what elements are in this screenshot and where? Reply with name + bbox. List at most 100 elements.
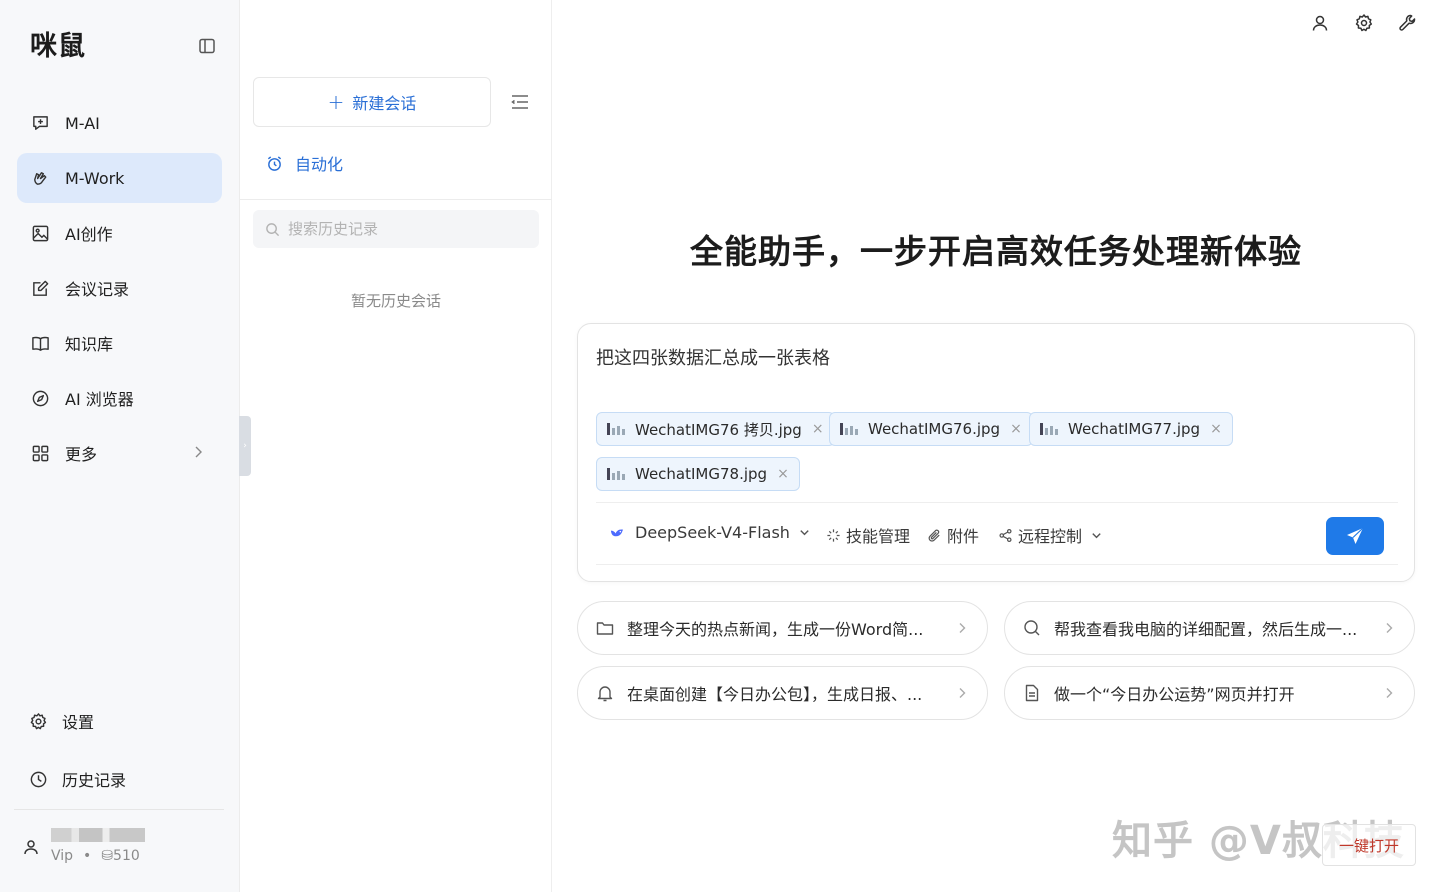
attachment-chip[interactable]: WechatIMG78.jpg × <box>596 457 800 491</box>
chevron-right-icon <box>959 688 966 698</box>
grid-icon <box>32 445 49 461</box>
hand-icon <box>34 171 47 185</box>
wrench-icon[interactable] <box>1398 13 1418 33</box>
compass-icon <box>32 390 49 406</box>
automation-link[interactable]: 自动化 <box>266 151 343 175</box>
handle-chevron-icon: › <box>243 441 247 451</box>
remove-attachment-icon[interactable]: × <box>777 466 789 482</box>
automation-label: 自动化 <box>295 155 344 174</box>
list-menu-icon[interactable] <box>510 93 530 111</box>
sidebar-toggle-icon[interactable] <box>198 37 216 55</box>
attach-button[interactable]: 附件 <box>927 523 979 547</box>
suggestion-text: 帮我查看我电脑的详细配置，然后生成一... <box>1054 620 1358 639</box>
send-icon <box>1347 527 1364 544</box>
chevron-down-icon <box>1092 532 1101 538</box>
sidebar-item-ai-create[interactable]: AI创作 <box>17 208 222 258</box>
chevron-down-icon <box>800 530 809 536</box>
new-chat-button[interactable]: + 新建会话 <box>253 77 491 127</box>
username-redacted <box>51 828 145 842</box>
history-link[interactable]: 历史记录 <box>17 754 222 804</box>
plus-icon: + <box>327 90 345 114</box>
sidebar-item-label: 知识库 <box>65 335 114 354</box>
attachment-chip[interactable]: WechatIMG76 拷贝.jpg × <box>596 412 835 446</box>
sidebar-bottom: 设置 历史记录 <box>17 696 222 812</box>
chevron-right-icon <box>959 623 966 633</box>
remove-attachment-icon[interactable]: × <box>1210 421 1222 437</box>
search-icon <box>266 222 280 236</box>
attachment-name: WechatIMG76 拷贝.jpg <box>635 420 802 439</box>
suggestion-card[interactable]: 做一个“今日办公运势”网页并打开 <box>1004 666 1415 720</box>
send-button[interactable] <box>1326 517 1384 555</box>
sidebar-divider <box>14 809 224 810</box>
sidebar-item-more[interactable]: 更多 <box>17 428 222 478</box>
chevron-right-icon <box>1386 623 1393 633</box>
top-right-toolbar <box>1310 13 1418 33</box>
image-thumbnail-icon <box>607 468 627 480</box>
skills-label: 技能管理 <box>846 527 911 546</box>
app-window: 咪鼠 M-AI M-Work AI创作 会议记录 知识库 AI 浏览器 更多 设… <box>0 0 1440 892</box>
chat-plus-icon <box>33 115 48 130</box>
sidebar-item-meeting-notes[interactable]: 会议记录 <box>17 263 222 313</box>
suggestion-card[interactable]: 帮我查看我电脑的详细配置，然后生成一... <box>1004 601 1415 655</box>
user-tier: Vip <box>51 848 74 864</box>
sparkle-icon <box>827 528 840 542</box>
panel-resize-handle[interactable]: › <box>239 416 251 476</box>
attachment-chip[interactable]: WechatIMG77.jpg × <box>1029 412 1233 446</box>
sidebar-item-ai-browser[interactable]: AI 浏览器 <box>17 373 222 423</box>
attachment-name: WechatIMG78.jpg <box>635 465 768 483</box>
stamp-badge: 一键打开 <box>1322 824 1416 866</box>
chevron-right-icon <box>195 446 202 458</box>
user-profile[interactable]: Vip • ⛁510 <box>22 826 222 866</box>
settings-link[interactable]: 设置 <box>17 696 222 746</box>
share-nodes-icon <box>999 528 1012 542</box>
sidebar-item-label: 会议记录 <box>65 280 130 299</box>
sidebar-item-m-ai[interactable]: M-AI <box>17 98 222 148</box>
new-chat-label: 新建会话 <box>352 94 417 113</box>
gear-icon <box>30 712 47 729</box>
search-input[interactable] <box>288 220 528 238</box>
prompt-text-input[interactable]: 把这四张数据汇总成一张表格 <box>596 344 830 370</box>
sidebar-item-label: 更多 <box>65 445 98 464</box>
remote-label: 远程控制 <box>1018 527 1083 546</box>
person-icon <box>24 840 38 855</box>
page-headline: 全能助手，一步开启高效任务处理新体验 <box>690 232 1302 271</box>
document-icon <box>1025 684 1039 702</box>
history-label: 历史记录 <box>62 771 127 790</box>
history-search[interactable] <box>253 210 539 248</box>
image-thumbnail-icon <box>840 423 860 435</box>
meta-separator: • <box>83 848 92 864</box>
skills-manager-button[interactable]: 技能管理 <box>826 523 910 547</box>
suggestion-text: 做一个“今日办公运势”网页并打开 <box>1054 685 1295 704</box>
suggestion-card[interactable]: 在桌面创建【今日办公包】，生成日报、... <box>577 666 988 720</box>
suggestion-text: 整理今天的热点新闻，生成一份Word简... <box>627 620 924 639</box>
attachment-name: WechatIMG76.jpg <box>868 420 1001 438</box>
attachment-chip[interactable]: WechatIMG76.jpg × <box>829 412 1033 446</box>
suggestion-card[interactable]: 整理今天的热点新闻，生成一份Word简... <box>577 601 988 655</box>
remove-attachment-icon[interactable]: × <box>812 421 824 437</box>
settings-label: 设置 <box>62 713 95 732</box>
whale-logo-icon <box>610 529 624 537</box>
chevron-right-icon <box>1386 688 1393 698</box>
sidebar-item-label: M-AI <box>65 113 100 133</box>
remove-attachment-icon[interactable]: × <box>1010 421 1022 437</box>
paperclip-icon <box>928 529 940 542</box>
book-icon <box>32 336 49 351</box>
sidebar-item-m-work[interactable]: M-Work <box>17 153 222 203</box>
edit-note-icon <box>33 280 49 296</box>
user-credits: ⛁510 <box>101 848 140 864</box>
sidebar-item-label: M-Work <box>65 168 125 188</box>
sidebar-item-knowledge-base[interactable]: 知识库 <box>17 318 222 368</box>
composer-toolbar: DeepSeek-V4-Flash 技能管理 附件 远程控制 <box>596 502 1398 565</box>
image-thumbnail-icon <box>1040 423 1060 435</box>
prompt-composer: 把这四张数据汇总成一张表格 WechatIMG76 拷贝.jpg × Wecha… <box>577 323 1415 582</box>
sidebar-item-label: AI创作 <box>65 225 113 244</box>
sidebar-item-label: AI 浏览器 <box>65 390 134 409</box>
gear-icon[interactable] <box>1354 13 1374 33</box>
model-selector[interactable]: DeepSeek-V4-Flash <box>610 523 811 542</box>
sidebar: 咪鼠 M-AI M-Work AI创作 会议记录 知识库 AI 浏览器 更多 设… <box>0 0 240 892</box>
account-icon[interactable] <box>1310 13 1330 33</box>
remote-control-selector[interactable]: 远程控制 <box>998 523 1103 547</box>
image-icon <box>32 225 49 241</box>
clock-icon <box>30 771 47 787</box>
app-logo: 咪鼠 <box>30 31 86 62</box>
